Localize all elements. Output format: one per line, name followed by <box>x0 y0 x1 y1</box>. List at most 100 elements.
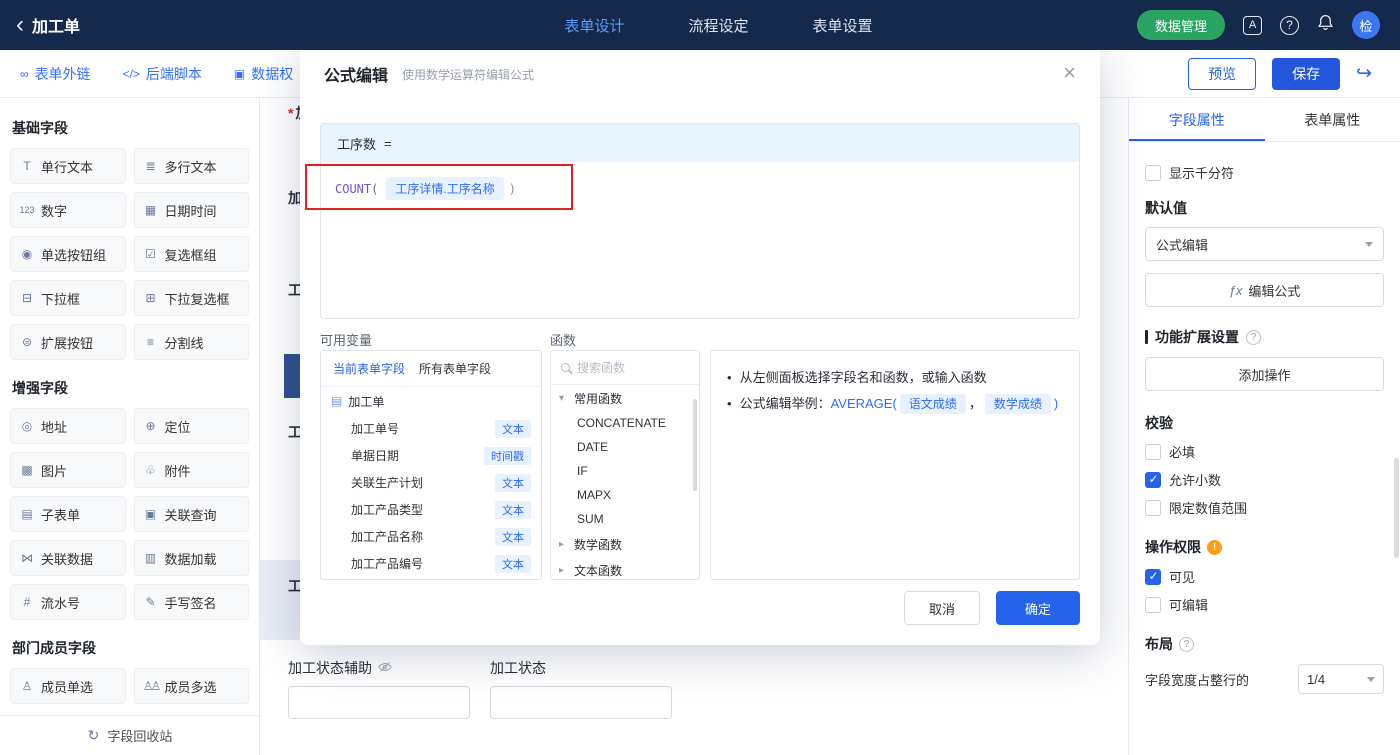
editable-checkbox[interactable] <box>1145 596 1161 613</box>
field-item-dropdown[interactable]: ⊟ 下拉框 <box>10 280 126 316</box>
checkbox-row-limit-range[interactable]: 限定数值范围 <box>1145 498 1384 517</box>
variable-row[interactable]: 加工产品名称 文本 <box>321 523 541 550</box>
checkbox-row-required[interactable]: 必填 <box>1145 442 1384 461</box>
function-item-sum[interactable]: SUM <box>551 507 699 531</box>
function-group-text[interactable]: ▸ 文本函数 <box>551 557 699 579</box>
question-circle-icon[interactable]: ? <box>1246 329 1261 345</box>
field-item-subform[interactable]: ▤ 子表单 <box>10 496 126 532</box>
field-item-attachment[interactable]: ♧ 附件 <box>133 452 249 488</box>
field-item-multi-text[interactable]: ≣ 多行文本 <box>133 148 249 184</box>
checkbox-row-thousands-separator[interactable]: 显示千分符 <box>1145 163 1384 182</box>
input-processing-status-aux[interactable] <box>288 686 470 719</box>
input-processing-status[interactable] <box>490 686 672 719</box>
field-item-address[interactable]: ◎ 地址 <box>10 408 126 444</box>
variable-row[interactable]: 关联生产计划 文本 <box>321 469 541 496</box>
formula-expression[interactable]: COUNT( 工序详情.工序名称 ) <box>321 162 1079 215</box>
required-checkbox[interactable] <box>1145 443 1161 460</box>
tab-form-design[interactable]: 表单设计 <box>564 15 624 36</box>
function-name: COUNT( <box>335 181 379 196</box>
save-button[interactable]: 保存 <box>1272 57 1341 90</box>
field-recycle-bin[interactable]: ↻ 字段回收站 <box>0 715 259 755</box>
question-circle-icon[interactable]: ? <box>1179 636 1194 652</box>
field-item-number[interactable]: 123 数字 <box>10 192 126 228</box>
edit-formula-button[interactable]: ƒx 编辑公式 <box>1145 273 1384 307</box>
function-group-common[interactable]: ▾ 常用函数 <box>551 385 699 411</box>
notification-bell-icon[interactable] <box>1317 14 1334 36</box>
default-value-select[interactable]: 公式编辑 <box>1145 227 1384 261</box>
function-item-if[interactable]: IF <box>551 459 699 483</box>
scrollbar-thumb[interactable] <box>1394 458 1399 558</box>
limit-range-label: 限定数值范围 <box>1169 501 1248 516</box>
variables-tree-root[interactable]: ▤ 加工单 <box>321 387 541 415</box>
tab-flow-settings[interactable]: 流程设定 <box>688 15 748 36</box>
field-item-checkbox-group[interactable]: ☑ 复选框组 <box>133 236 249 272</box>
avatar[interactable]: 检 <box>1352 11 1380 39</box>
field-item-location[interactable]: ⊕ 定位 <box>133 408 249 444</box>
field-label: 关联查询 <box>164 507 217 523</box>
field-item-signature[interactable]: ✎ 手写签名 <box>133 584 249 620</box>
checkbox-row-editable[interactable]: 可编辑 <box>1145 595 1384 614</box>
backend-script-button[interactable]: </> 后端脚本 <box>123 64 202 84</box>
tab-form-settings[interactable]: 表单设置 <box>813 15 873 36</box>
warning-icon[interactable]: ! <box>1207 539 1222 555</box>
allow-decimal-checkbox[interactable] <box>1145 471 1161 488</box>
field-item-divider[interactable]: ≡ 分割线 <box>133 324 249 360</box>
thousands-separator-checkbox[interactable] <box>1145 164 1161 181</box>
backend-script-label: 后端脚本 <box>145 65 202 82</box>
tab-field-properties[interactable]: 字段属性 <box>1129 98 1265 141</box>
data-manage-button[interactable]: 数据管理 <box>1136 10 1225 40</box>
external-link-button[interactable]: ∞ 表单外链 <box>20 64 91 84</box>
field-item-serial-number[interactable]: # 流水号 <box>10 584 126 620</box>
add-action-button[interactable]: 添加操作 <box>1145 357 1384 391</box>
variable-row[interactable]: 加工产品类型 文本 <box>321 496 541 523</box>
field-item-image[interactable]: ▩ 图片 <box>10 452 126 488</box>
field-item-member-multi[interactable]: ♙♙ 成员多选 <box>133 668 249 704</box>
field-item-linked-query[interactable]: ▣ 关联查询 <box>133 496 249 532</box>
share-icon[interactable]: ↪ <box>1356 62 1372 85</box>
data-permission-label: 数据权 <box>251 65 294 82</box>
type-tag: 文本 <box>495 527 531 546</box>
scrollbar-thumb[interactable] <box>693 399 697 491</box>
field-item-single-text[interactable]: T 单行文本 <box>10 148 126 184</box>
help-icon[interactable]: ? <box>1280 15 1299 35</box>
checkbox-row-visible[interactable]: 可见 <box>1145 567 1384 586</box>
tab-all-form-fields[interactable]: 所有表单字段 <box>419 360 491 377</box>
modal-title: 公式编辑 <box>324 68 389 85</box>
field-label: 地址 <box>41 419 68 435</box>
field-item-datetime[interactable]: ▦ 日期时间 <box>133 192 249 228</box>
field-item-extend-button[interactable]: ⊜ 扩展按钮 <box>10 324 126 360</box>
default-value-selected: 公式编辑 <box>1156 237 1209 253</box>
visible-checkbox[interactable] <box>1145 568 1161 585</box>
field-item-multi-dropdown[interactable]: ⊞ 下拉复选框 <box>133 280 249 316</box>
tab-form-properties[interactable]: 表单属性 <box>1265 98 1400 141</box>
close-icon[interactable]: × <box>1063 62 1076 84</box>
confirm-button[interactable]: 确定 <box>996 591 1080 625</box>
group-label: 常用函数 <box>574 391 623 406</box>
preview-button[interactable]: 预览 <box>1188 57 1257 90</box>
checkbox-row-allow-decimal[interactable]: 允许小数 <box>1145 470 1384 489</box>
language-icon[interactable]: A <box>1243 15 1262 35</box>
function-search-input[interactable] <box>577 360 677 375</box>
variable-row[interactable]: 单据日期 时间戳 <box>321 442 541 469</box>
back-icon[interactable]: ‹ <box>16 13 24 37</box>
variable-row[interactable]: 加工产品编号 文本 <box>321 550 541 577</box>
variables-pane-label: 可用变量 <box>320 333 373 348</box>
variable-row[interactable]: 加工单号 文本 <box>321 415 541 442</box>
field-item-member-single[interactable]: ♙ 成员单选 <box>10 668 126 704</box>
field-item-radio-group[interactable]: ◉ 单选按钮组 <box>10 236 126 272</box>
formula-editor[interactable]: 工序数 = COUNT( 工序详情.工序名称 ) <box>320 123 1080 319</box>
formula-variable-tag[interactable]: 工序详情.工序名称 <box>386 177 504 200</box>
function-item-date[interactable]: DATE <box>551 435 699 459</box>
function-group-math[interactable]: ▸ 数学函数 <box>551 531 699 557</box>
function-search[interactable] <box>551 351 699 385</box>
field-item-data-load[interactable]: ▥ 数据加载 <box>133 540 249 576</box>
field-item-linked-data[interactable]: ⋈ 关联数据 <box>10 540 126 576</box>
tab-current-form-fields[interactable]: 当前表单字段 <box>333 360 405 377</box>
cancel-button[interactable]: 取消 <box>904 591 980 625</box>
calendar-icon: ▦ <box>144 203 157 217</box>
function-item-concatenate[interactable]: CONCATENATE <box>551 411 699 435</box>
data-permission-button[interactable]: ▣ 数据权 <box>234 64 293 84</box>
function-item-mapx[interactable]: MAPX <box>551 483 699 507</box>
field-width-select[interactable]: 1/4 <box>1298 664 1384 694</box>
limit-range-checkbox[interactable] <box>1145 499 1161 516</box>
